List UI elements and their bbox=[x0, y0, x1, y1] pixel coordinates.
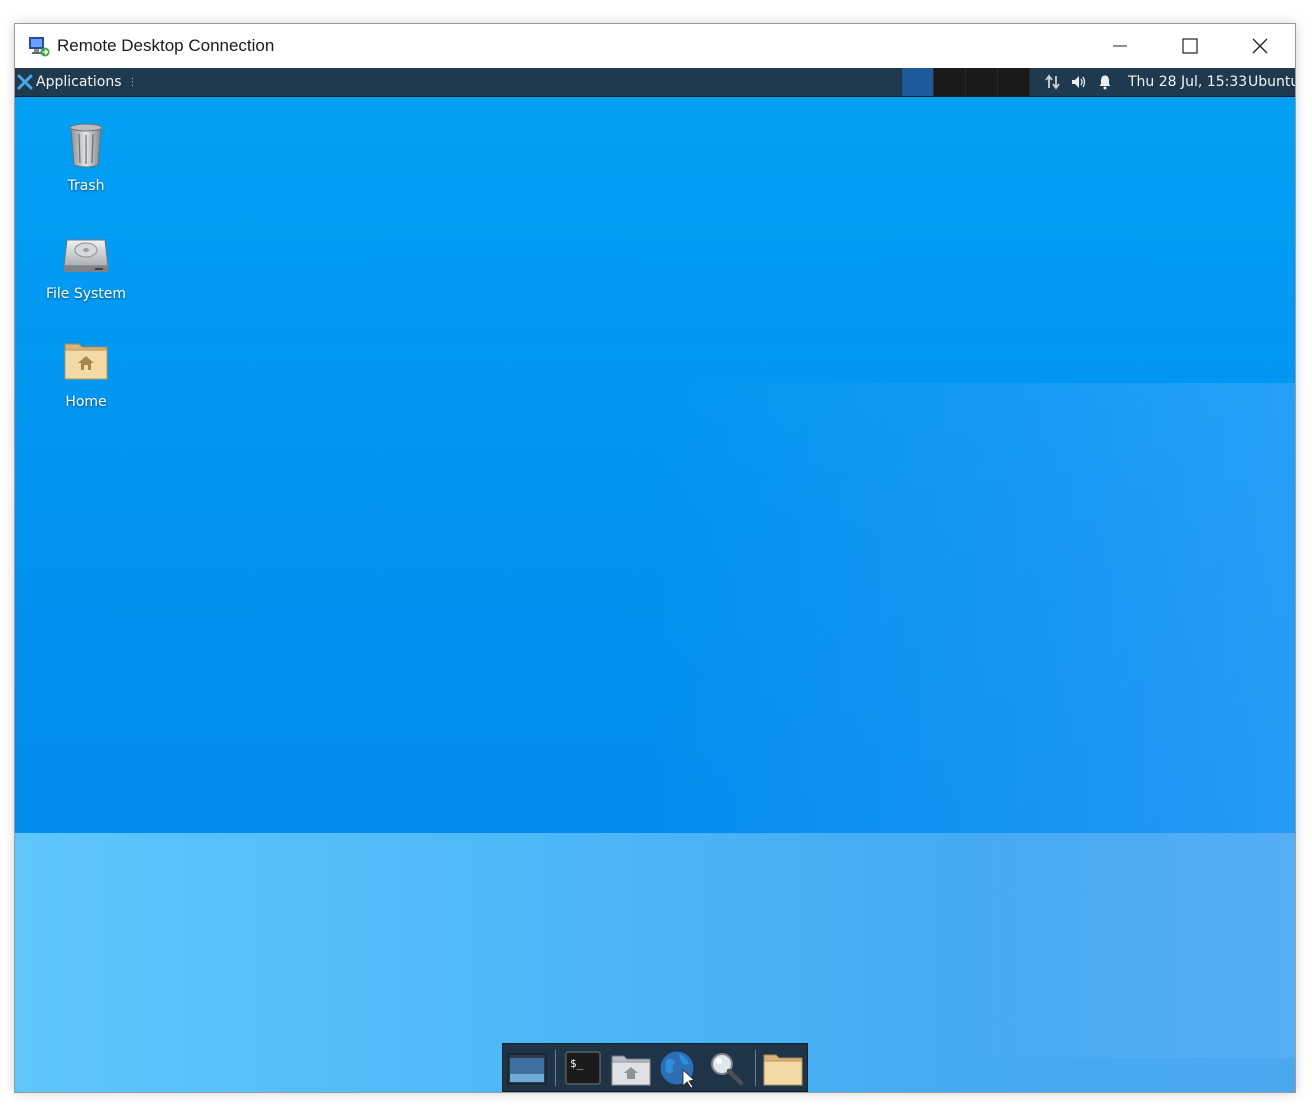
applications-label: Applications bbox=[36, 74, 122, 90]
remote-desktop-window: Remote Desktop Connection Applications ⋮ bbox=[14, 23, 1296, 1093]
desktop-icon-home[interactable]: Home bbox=[31, 336, 141, 410]
trash-icon bbox=[69, 123, 103, 168]
close-button[interactable] bbox=[1225, 24, 1295, 68]
volume-icon[interactable] bbox=[1070, 74, 1088, 90]
dock-app-finder[interactable] bbox=[705, 1048, 749, 1088]
applications-menu[interactable]: Applications ⋮ bbox=[17, 68, 138, 96]
remote-desktop-icon bbox=[29, 37, 50, 57]
xfce-logo-icon bbox=[17, 74, 33, 90]
close-icon bbox=[1252, 38, 1268, 54]
wallpaper-band bbox=[655, 383, 1295, 833]
dock-show-desktop[interactable] bbox=[505, 1048, 549, 1088]
remote-desktop[interactable]: Applications ⋮ Thu 28 Jul, 15:33 Ubuntu bbox=[15, 68, 1295, 1092]
home-folder-icon bbox=[64, 343, 108, 380]
workspace-4[interactable] bbox=[998, 68, 1030, 96]
dock-terminal[interactable]: $_ bbox=[561, 1048, 605, 1088]
maximize-icon bbox=[1182, 38, 1198, 54]
maximize-button[interactable] bbox=[1155, 24, 1225, 68]
dock-web-browser[interactable] bbox=[657, 1048, 701, 1089]
hard-drive-icon bbox=[63, 239, 109, 272]
dock-folder[interactable] bbox=[761, 1048, 805, 1088]
workspace-3[interactable] bbox=[966, 68, 998, 96]
file-manager-icon bbox=[611, 1055, 651, 1086]
web-browser-icon bbox=[659, 1050, 695, 1089]
clock[interactable]: Thu 28 Jul, 15:33 bbox=[1128, 68, 1247, 96]
terminal-icon: $_ bbox=[565, 1051, 601, 1085]
panel-grip-icon: ⋮ bbox=[127, 76, 138, 88]
svg-text:$_: $_ bbox=[570, 1057, 584, 1070]
dock-file-manager[interactable] bbox=[609, 1048, 653, 1088]
show-desktop-icon bbox=[507, 1053, 547, 1085]
network-icon[interactable] bbox=[1044, 74, 1062, 90]
minimize-button[interactable] bbox=[1085, 24, 1155, 68]
desktop-icon-label: File System bbox=[45, 286, 127, 302]
window-title: Remote Desktop Connection bbox=[57, 36, 275, 55]
desktop-icon-trash[interactable]: Trash bbox=[31, 120, 141, 194]
dock-separator bbox=[555, 1050, 556, 1086]
desktop-icon-label: Home bbox=[65, 394, 107, 410]
app-finder-icon bbox=[711, 1053, 744, 1086]
desktop-icon-label: Trash bbox=[67, 178, 105, 194]
top-panel: Applications ⋮ Thu 28 Jul, 15:33 Ubuntu bbox=[15, 68, 1295, 97]
workspace-2[interactable] bbox=[934, 68, 966, 96]
wallpaper-lower-highlight bbox=[955, 833, 1295, 1058]
dock-separator bbox=[755, 1050, 756, 1086]
user-menu[interactable]: Ubuntu bbox=[1248, 68, 1295, 96]
bottom-dock: $_ bbox=[502, 1043, 808, 1092]
notification-bell-icon[interactable] bbox=[1097, 74, 1113, 90]
desktop-icon-file-system[interactable]: File System bbox=[31, 228, 141, 302]
folder-icon bbox=[763, 1054, 803, 1086]
window-titlebar[interactable]: Remote Desktop Connection bbox=[15, 24, 1295, 68]
workspace-1[interactable] bbox=[902, 68, 934, 96]
minimize-icon bbox=[1113, 45, 1127, 47]
